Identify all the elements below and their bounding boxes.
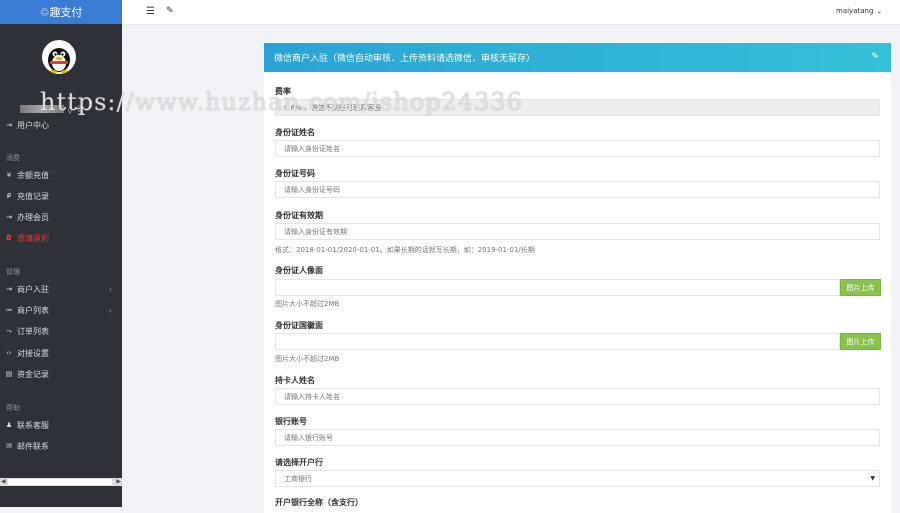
sidebar-item-email[interactable]: ✉ 邮件联系 (0, 439, 122, 453)
sidebar-item-label: 商户入驻 (17, 284, 49, 294)
yen-icon: ¥ (6, 171, 12, 179)
logo-icon: ♲ (39, 5, 50, 19)
sidebar-item-recharge-records[interactable]: ₽ 充值记录 (0, 189, 122, 203)
credit-card-icon: ▤ (5, 370, 13, 378)
chevron-left-icon: ‹ (108, 305, 112, 315)
sidebar-item-referral[interactable]: ◘ 邀请返利 (0, 231, 122, 245)
card-title: 微信商户入驻（微信自动审核，上传资料请选微信，审核无留存） (274, 54, 536, 64)
scroll-left-icon[interactable]: ◀ (1, 478, 6, 485)
code-icon: ‹› (6, 349, 12, 357)
card-header: 微信商户入驻（微信自动审核，上传资料请选微信，审核无留存） ✎ (264, 43, 891, 72)
id-front-upload-button[interactable]: 图片上传 (840, 279, 881, 296)
id-name-input[interactable]: 请输入身份证姓名 (275, 140, 880, 157)
chevron-left-icon: ‹ (108, 284, 112, 294)
sidebar-item-order-list[interactable]: ⤳ 订单列表 (0, 324, 122, 338)
placeholder: 请输入身份证有效期 (284, 227, 347, 236)
menu-toggle-icon[interactable]: ☰ (146, 6, 155, 17)
caret-down-icon: ▼ (870, 475, 875, 482)
qq-icon: ♟ (5, 421, 13, 429)
bank-account-label: 银行账号 (275, 417, 307, 426)
logout-icon[interactable]: ⎆ (76, 104, 82, 114)
section-title-consume: 消费 (6, 154, 20, 162)
sidebar-item-label: 用户中心 (17, 120, 49, 130)
placeholder: 请输入银行账号 (284, 433, 333, 442)
sidebar-item-label: 充值记录 (17, 191, 49, 201)
sidebar-item-label: 资金记录 (17, 369, 49, 379)
placeholder: 请输入持卡人姓名 (284, 392, 340, 401)
section-title-manage: 管理 (6, 268, 20, 276)
bank-account-input[interactable]: 请输入银行账号 (275, 429, 880, 446)
chevron-down-icon: ⌄ (876, 7, 883, 15)
id-back-label: 身份证国徽面 (275, 321, 323, 330)
ruble-icon: ₽ (6, 192, 12, 200)
scrollbar-thumb[interactable] (8, 479, 112, 485)
topbar (122, 0, 900, 25)
sidebar-item-label: 邀请返利 (17, 233, 49, 243)
sidebar-item-merchant-join[interactable]: ⇥ 商户入驻 ‹ (0, 282, 122, 296)
sidebar-item-label: 订单列表 (17, 326, 49, 336)
placeholder: 请输入身份证号码 (284, 185, 340, 194)
sidebar-item-label: 办理会员 (17, 212, 49, 222)
username: maiyatang (836, 7, 874, 15)
line-chart-icon: ⤳ (6, 326, 12, 335)
card-holder-input[interactable]: 请输入持卡人姓名 (275, 388, 880, 405)
id-front-size-hint: 图片大小不超过2MB (275, 300, 340, 308)
edit-icon[interactable]: ✎ (871, 52, 879, 62)
rate-field: 0.6% ，微信不到账可联系客服 (275, 99, 880, 116)
login-icon: ⇥ (6, 285, 12, 293)
sidebar-item-support[interactable]: ♟ 联系客服 (0, 418, 122, 432)
placeholder: 请输入身份证姓名 (284, 144, 340, 153)
id-validity-hint: 格式：2018-01-01/2020-01-01。如果长期的话就写长期，如：20… (275, 246, 535, 254)
mail-icon: ✉ (6, 442, 12, 450)
id-number-input[interactable]: 请输入身份证号码 (275, 181, 880, 198)
sidebar-item-merchant-list[interactable]: ≔ 商户列表 ‹ (0, 303, 122, 317)
logo[interactable]: ♲ 趣支付 (0, 0, 122, 24)
section-title-help: 帮助 (6, 404, 20, 412)
user-menu[interactable]: maiyatang ⌄ (836, 7, 882, 15)
branch-label: 开户银行全称（含支行） (275, 498, 363, 507)
id-front-file-input[interactable] (275, 279, 840, 296)
profile-actions: ◊ ⎆ (20, 104, 82, 114)
sidebar-item-api-settings[interactable]: ‹› 对接设置 (0, 346, 122, 360)
gift-icon: ◘ (6, 234, 12, 242)
avatar[interactable] (42, 40, 76, 74)
id-back-size-hint: 图片大小不超过2MB (275, 355, 340, 363)
sidebar-item-user-center[interactable]: ⇥ 用户中心 (0, 118, 122, 132)
scroll-right-icon[interactable]: ▶ (116, 478, 121, 485)
sidebar-item-label: 商户列表 (17, 305, 49, 315)
id-number-label: 身份证号码 (275, 169, 315, 178)
sidebar-item-fund-records[interactable]: ▤ 资金记录 (0, 367, 122, 381)
rate-value: 0.6% ，微信不到账可联系客服 (284, 103, 382, 112)
user-profile: ◊ ⎆ (0, 24, 122, 114)
list-icon: ≔ (5, 306, 13, 314)
bank-select-label: 请选择开户行 (275, 458, 323, 467)
id-name-label: 身份证姓名 (275, 128, 315, 137)
sidebar-scrollbar[interactable]: ◀ ▶ (0, 478, 122, 486)
sidebar-item-recharge[interactable]: ¥ 余额充值 (0, 168, 122, 182)
masked-username (20, 105, 64, 113)
sidebar-item-membership[interactable]: ⇥ 办理会员 (0, 210, 122, 224)
id-validity-input[interactable]: 请输入身份证有效期 (275, 223, 880, 240)
bank-select[interactable]: 工商银行 ▼ (275, 470, 880, 487)
id-front-label: 身份证人像面 (275, 266, 323, 275)
rate-label: 费率 (275, 87, 291, 96)
login-icon: ⇥ (6, 213, 12, 221)
sidebar-item-label: 联系客服 (17, 420, 49, 430)
sidebar-item-label: 余额充值 (17, 170, 49, 180)
card-holder-label: 持卡人姓名 (275, 376, 315, 385)
selected-bank: 工商银行 (284, 474, 312, 483)
sidebar-item-label: 对接设置 (17, 348, 49, 358)
settings-icon[interactable]: ◊ (68, 105, 72, 114)
id-back-file-input[interactable] (275, 333, 840, 350)
wrench-icon[interactable]: ✎ (166, 6, 174, 16)
login-icon: ⇥ (6, 121, 12, 129)
sidebar-item-label: 邮件联系 (17, 441, 49, 451)
logo-text: 趣支付 (49, 6, 83, 19)
sidebar: ♲ 趣支付 ◊ ⎆ ⇥ 用户中心 消费 ¥ 余额充值 ₽ 充值记录 ⇥ 办理会员… (0, 0, 122, 507)
id-validity-label: 身份证有效期 (275, 211, 323, 220)
id-back-upload-button[interactable]: 图片上传 (840, 333, 881, 350)
